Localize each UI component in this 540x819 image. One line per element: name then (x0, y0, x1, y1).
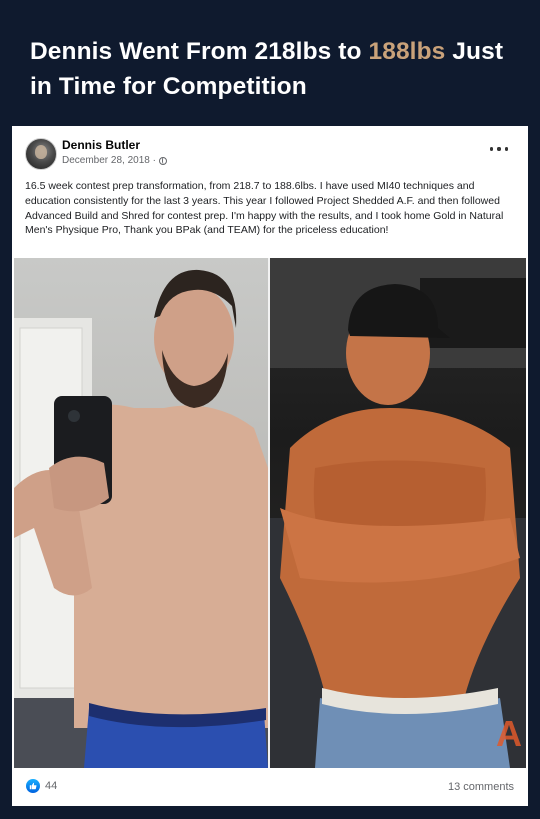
watermark-logo: A (496, 713, 522, 754)
post-header: Dennis Butler December 28, 2018 · (25, 138, 516, 174)
globe-icon (158, 156, 167, 165)
more-dot-icon (490, 147, 494, 151)
thumbs-up-icon (29, 782, 37, 790)
after-photo-illustration: A (270, 258, 526, 768)
after-photo[interactable]: A (270, 258, 526, 768)
before-photo-illustration (14, 269, 268, 768)
post-body-text: 16.5 week contest prep transformation, f… (25, 180, 504, 237)
comment-count[interactable]: 13 comments (448, 781, 514, 793)
more-dot-icon (497, 147, 501, 151)
more-dot-icon (504, 147, 508, 151)
post-photos[interactable]: A (14, 258, 526, 768)
hand (49, 456, 109, 512)
page-headline: Dennis Went From 218lbs to 188lbs Just i… (30, 34, 520, 104)
before-photo[interactable] (14, 258, 268, 768)
avatar[interactable] (25, 138, 57, 170)
more-options-button[interactable] (490, 144, 508, 154)
like-icon (26, 779, 40, 793)
facebook-post-card: Dennis Butler December 28, 2018 · 16.5 w… (12, 126, 528, 806)
like-count: 44 (45, 780, 58, 792)
headline-text-start: Dennis Went From 218lbs to (30, 38, 369, 65)
post-date[interactable]: December 28, 2018 · (62, 155, 156, 166)
reaction-summary[interactable]: 44 (26, 779, 57, 793)
author-name[interactable]: Dennis Butler (62, 138, 140, 152)
headline-accent-weight: 188lbs (368, 38, 446, 65)
post-meta: December 28, 2018 · (62, 155, 167, 166)
phone-camera (68, 410, 80, 422)
